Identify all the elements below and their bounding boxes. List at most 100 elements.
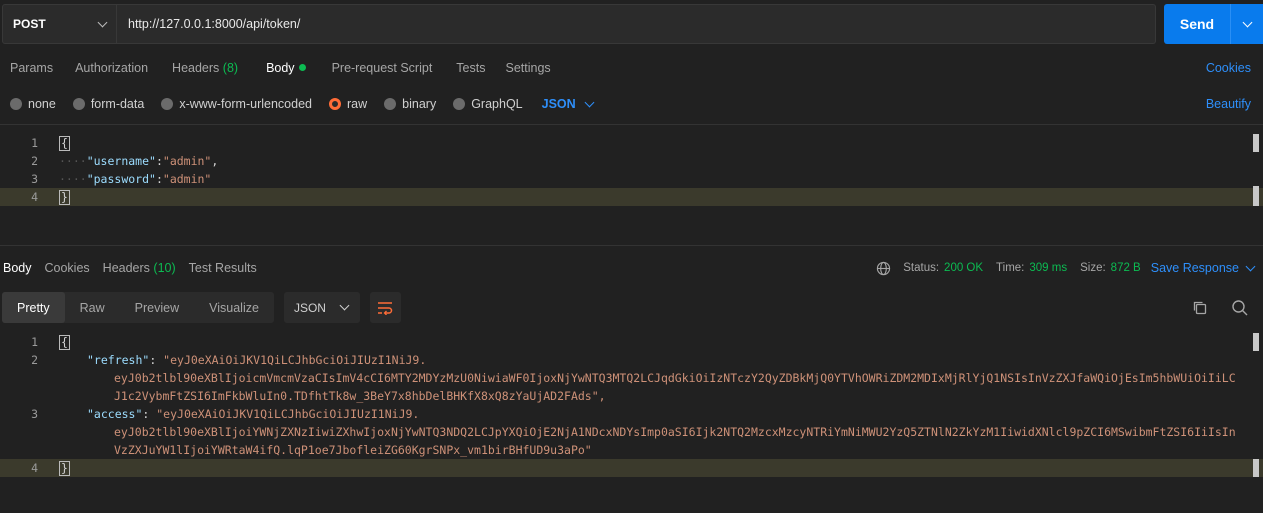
divider xyxy=(0,124,1263,125)
save-response-button[interactable]: Save Response xyxy=(1151,261,1263,275)
tab-tests[interactable]: Tests xyxy=(442,61,495,75)
cookies-link[interactable]: Cookies xyxy=(1206,61,1251,75)
line-number: 1 xyxy=(31,136,38,150)
line-number: 2 xyxy=(31,353,38,367)
line-number: 1 xyxy=(31,335,38,349)
wrap-lines-button[interactable] xyxy=(369,292,401,323)
method-select[interactable]: POST xyxy=(2,4,117,44)
code-line-wrap: eyJ0b2tlbl90eXBlIjoiYWNjZXNzIiwiZXhwIjox… xyxy=(0,423,1263,441)
time-value: 309 ms xyxy=(1029,262,1068,274)
code-line-current: 4 } xyxy=(0,459,1263,477)
chevron-down-icon xyxy=(339,300,350,311)
scrollbar-thumb[interactable] xyxy=(1253,459,1259,477)
json-string: eyJ0b2tlbl90eXBlIjoicmVmcmVzaCIsImV4cCI6… xyxy=(114,371,1236,385)
tab-headers[interactable]: Headers (8) xyxy=(158,61,248,75)
chevron-down-icon xyxy=(97,17,108,27)
code-text: { xyxy=(59,135,70,151)
radio-none[interactable]: none xyxy=(10,97,56,111)
open-brace: { xyxy=(59,135,70,151)
code-line-wrap: J1c2VybmFtZSI6ImFkbWluIn0.TDfhtTk8w_3BeY… xyxy=(0,387,1263,405)
send-dropdown-button[interactable] xyxy=(1231,17,1263,27)
open-brace: { xyxy=(59,334,70,350)
globe-icon[interactable] xyxy=(876,261,891,276)
body-modified-dot xyxy=(298,64,306,71)
radio-form-data-label: form-data xyxy=(90,97,145,111)
radio-binary[interactable]: binary xyxy=(384,97,436,111)
resp-tab-headers[interactable]: Headers (10) xyxy=(100,261,182,275)
resp-tab-headers-label: Headers xyxy=(102,261,150,275)
response-tabs: Body Cookies Headers (10) Test Results S… xyxy=(0,257,1263,279)
radio-binary-label: binary xyxy=(402,97,437,111)
send-button[interactable]: Send xyxy=(1164,4,1263,44)
radio-dot xyxy=(10,98,22,110)
scrollbar-thumb[interactable] xyxy=(1253,333,1259,351)
send-label: Send xyxy=(1179,16,1215,32)
resp-tab-body[interactable]: Body xyxy=(0,261,38,275)
view-pretty[interactable]: Pretty xyxy=(2,292,65,323)
code-text: } xyxy=(59,189,70,205)
view-preview[interactable]: Preview xyxy=(120,292,194,323)
wrap-lines-icon xyxy=(378,301,393,315)
radio-raw-label: raw xyxy=(347,97,368,111)
response-format-select[interactable]: JSON xyxy=(283,292,360,323)
size-value: 872 B xyxy=(1110,262,1141,274)
status-label: Status: xyxy=(903,262,940,274)
line-number: 4 xyxy=(31,190,38,204)
tab-prerequest-script[interactable]: Pre-request Script xyxy=(316,61,443,75)
language-select[interactable]: JSON xyxy=(542,97,595,111)
scrollbar-thumb[interactable] xyxy=(1253,186,1259,206)
view-visualize[interactable]: Visualize xyxy=(194,292,274,323)
status-value: 200 OK xyxy=(944,262,984,274)
view-mode-tabs: Pretty Raw Preview Visualize xyxy=(2,292,274,323)
tab-body[interactable]: Body xyxy=(248,61,316,75)
tab-headers-count: (8) xyxy=(222,61,239,75)
line-number: 4 xyxy=(31,461,38,475)
chevron-down-icon xyxy=(1242,17,1252,27)
radio-none-label: none xyxy=(28,97,56,111)
json-key: "refresh" xyxy=(87,353,150,367)
copy-icon[interactable] xyxy=(1191,299,1209,317)
request-tabs: Params Authorization Headers (8) Body Pr… xyxy=(0,56,1263,80)
code-text: ····"username":"admin", xyxy=(59,154,219,168)
line-number: 3 xyxy=(31,407,38,421)
chevron-down-icon xyxy=(1245,261,1256,271)
code-line-current: 4 } xyxy=(0,188,1263,206)
response-body-viewer[interactable]: 1 { 2 "refresh": "eyJ0eXAiOiJKV1QiLCJhbG… xyxy=(0,333,1263,511)
method-label: POST xyxy=(13,17,46,31)
request-url-bar: POST http://127.0.0.1:8000/api/token/ xyxy=(2,4,1156,44)
json-string: "admin" xyxy=(162,172,212,186)
code-line-wrap: VzZXJuYW1lIjoiYWRtaW4ifQ.lqP1oe7JbofleiZ… xyxy=(0,441,1263,459)
resp-tab-cookies[interactable]: Cookies xyxy=(42,261,96,275)
tab-settings[interactable]: Settings xyxy=(495,61,560,75)
radio-raw[interactable]: raw xyxy=(329,97,367,111)
json-key: "username" xyxy=(86,154,156,168)
radio-dot xyxy=(453,98,466,110)
radio-urlencoded-label: x-www-form-urlencoded xyxy=(179,97,312,111)
scrollbar-thumb[interactable] xyxy=(1253,134,1259,152)
code-line: 2 ····"username":"admin", xyxy=(0,152,1263,170)
request-body-editor[interactable]: 1 { 2 ····"username":"admin", 3 ····"pas… xyxy=(0,134,1263,244)
radio-form-data[interactable]: form-data xyxy=(72,97,145,111)
tab-params[interactable]: Params xyxy=(0,61,63,75)
body-type-selector: none form-data x-www-form-urlencoded raw… xyxy=(0,93,1263,115)
tab-authorization[interactable]: Authorization xyxy=(63,61,158,75)
radio-dot xyxy=(72,98,85,110)
close-brace: } xyxy=(59,189,70,205)
search-icon[interactable] xyxy=(1231,299,1249,317)
beautify-link[interactable]: Beautify xyxy=(1206,97,1251,111)
resp-tab-headers-count: (10) xyxy=(153,261,176,275)
code-line: 1 { xyxy=(0,333,1263,351)
resp-tab-test-results[interactable]: Test Results xyxy=(186,261,263,275)
view-raw[interactable]: Raw xyxy=(65,292,120,323)
tab-headers-label: Headers xyxy=(172,61,220,75)
url-input[interactable]: http://127.0.0.1:8000/api/token/ xyxy=(117,4,1156,44)
radio-urlencoded[interactable]: x-www-form-urlencoded xyxy=(161,97,312,111)
code-text: "refresh": "eyJ0eXAiOiJKV1QiLCJhbGciOiJI… xyxy=(87,353,427,367)
code-text: "access": "eyJ0eXAiOiJKV1QiLCJhbGciOiJIU… xyxy=(87,407,420,421)
json-string: eyJ0b2tlbl90eXBlIjoiYWNjZXNzIiwiZXhwIjox… xyxy=(114,425,1236,439)
radio-graphql[interactable]: GraphQL xyxy=(453,97,523,111)
code-text: } xyxy=(59,460,70,476)
code-text: { xyxy=(59,334,70,350)
response-status: Status: 200 OK Time: 309 ms Size: 872 B … xyxy=(876,257,1263,279)
json-string: "eyJ0eXAiOiJKV1QiLCJhbGciOiJIUzI1NiJ9. xyxy=(156,407,420,421)
